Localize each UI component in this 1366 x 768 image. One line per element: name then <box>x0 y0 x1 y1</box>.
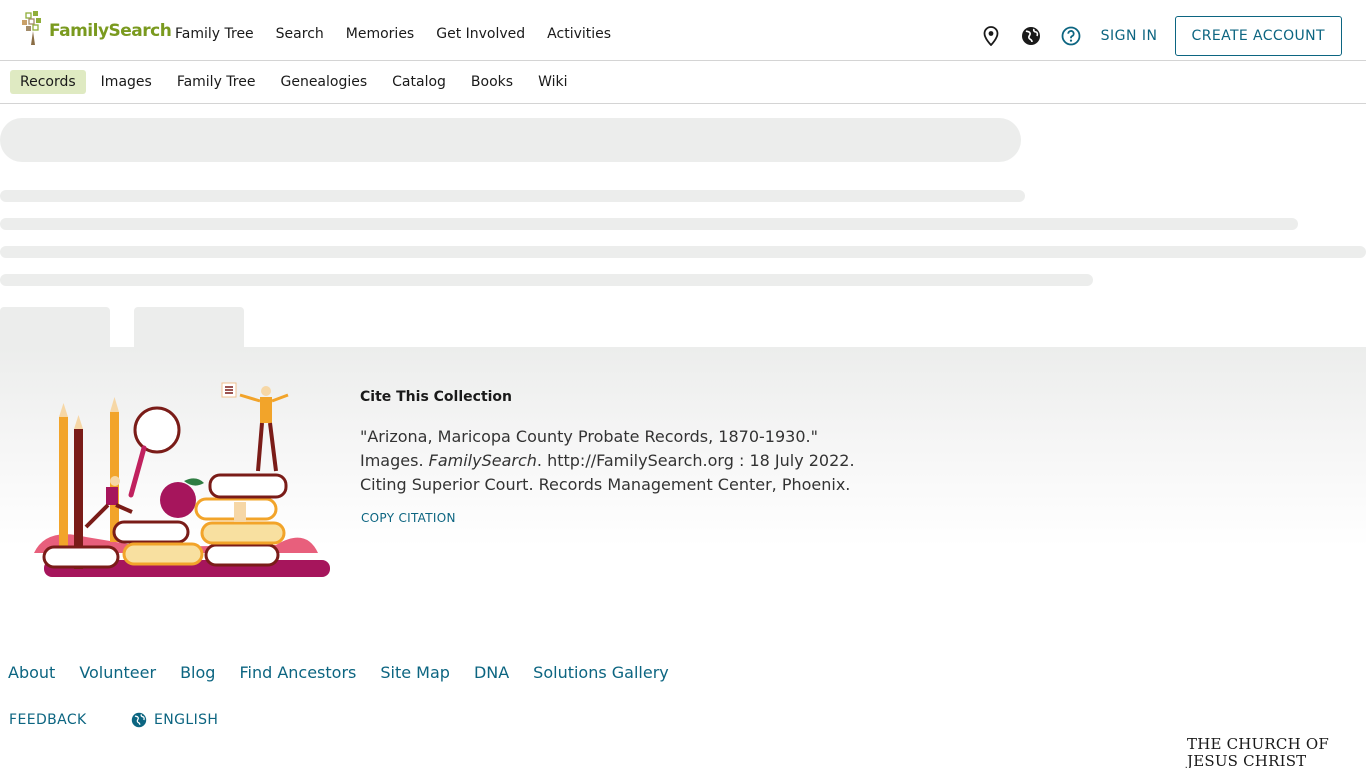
subnav-wiki[interactable]: Wiki <box>528 70 577 94</box>
nav-get-involved[interactable]: Get Involved <box>436 26 525 42</box>
footer-find-ancestors[interactable]: Find Ancestors <box>239 663 356 682</box>
citation-line-2-prefix: Images. <box>360 451 429 470</box>
nav-memories[interactable]: Memories <box>346 26 414 42</box>
citation-line-3: Citing Superior Court. Records Managemen… <box>360 475 851 494</box>
nav-family-tree[interactable]: Family Tree <box>175 26 254 42</box>
create-account-button[interactable]: CREATE ACCOUNT <box>1174 16 1342 56</box>
nav-search[interactable]: Search <box>276 26 324 42</box>
search-subnav: Records Images Family Tree Genealogies C… <box>0 61 1366 104</box>
tree-logo-icon <box>22 11 48 45</box>
copy-citation-button[interactable]: COPY CITATION <box>361 511 456 525</box>
citation-source-italic: FamilySearch <box>428 451 537 470</box>
subnav-images[interactable]: Images <box>91 70 162 94</box>
familysearch-logo[interactable]: FamilySearch <box>22 10 172 46</box>
church-logo-line-1: THE CHURCH OF <box>1187 735 1329 753</box>
skeleton-line <box>0 246 1366 258</box>
language-label: ENGLISH <box>154 712 219 728</box>
help-icon[interactable] <box>1059 24 1083 48</box>
globe-icon[interactable] <box>1019 24 1043 48</box>
sign-in-link[interactable]: SIGN IN <box>1101 28 1158 44</box>
skeleton-tab <box>134 307 244 347</box>
cite-title: Cite This Collection <box>360 389 513 405</box>
church-logo-line-2: JESUS CHRIST <box>1187 752 1307 768</box>
citation-text: "Arizona, Maricopa County Probate Record… <box>360 425 920 497</box>
citation-line-2-suffix: . http://FamilySearch.org : 18 July 2022… <box>536 451 855 470</box>
books-illustration <box>26 377 336 581</box>
citation-line-2: Images. FamilySearch. http://FamilySearc… <box>360 449 920 473</box>
citation-line-1: "Arizona, Maricopa County Probate Record… <box>360 427 818 446</box>
footer-links: About Volunteer Blog Find Ancestors Site… <box>8 663 693 682</box>
subnav-family-tree[interactable]: Family Tree <box>167 70 266 94</box>
footer-site-map[interactable]: Site Map <box>380 663 450 682</box>
language-selector[interactable]: ENGLISH <box>131 712 218 728</box>
globe-icon <box>131 712 147 728</box>
top-header: FamilySearch Family Tree Search Memories… <box>0 0 1366 61</box>
logo-text: FamilySearch <box>49 21 172 41</box>
footer-volunteer[interactable]: Volunteer <box>79 663 156 682</box>
main-nav: Family Tree Search Memories Get Involved… <box>175 26 633 42</box>
feedback-link[interactable]: FEEDBACK <box>9 712 87 728</box>
footer-blog[interactable]: Blog <box>180 663 215 682</box>
skeleton-title-bar <box>0 118 1021 162</box>
location-pin-icon[interactable] <box>979 24 1003 48</box>
skeleton-tab <box>0 307 110 347</box>
subnav-records[interactable]: Records <box>10 70 86 94</box>
subnav-books[interactable]: Books <box>461 70 523 94</box>
subnav-genealogies[interactable]: Genealogies <box>270 70 377 94</box>
footer-solutions-gallery[interactable]: Solutions Gallery <box>533 663 669 682</box>
subnav-catalog[interactable]: Catalog <box>382 70 456 94</box>
nav-activities[interactable]: Activities <box>547 26 611 42</box>
cite-collection-section: Cite This Collection "Arizona, Maricopa … <box>0 347 1366 597</box>
skeleton-line <box>0 190 1025 202</box>
footer-about[interactable]: About <box>8 663 55 682</box>
footer-dna[interactable]: DNA <box>474 663 509 682</box>
church-logo: THE CHURCH OF JESUS CHRIST <box>1187 736 1329 768</box>
header-actions: SIGN IN CREATE ACCOUNT <box>963 16 1342 56</box>
skeleton-line <box>0 274 1093 286</box>
skeleton-line <box>0 218 1298 230</box>
